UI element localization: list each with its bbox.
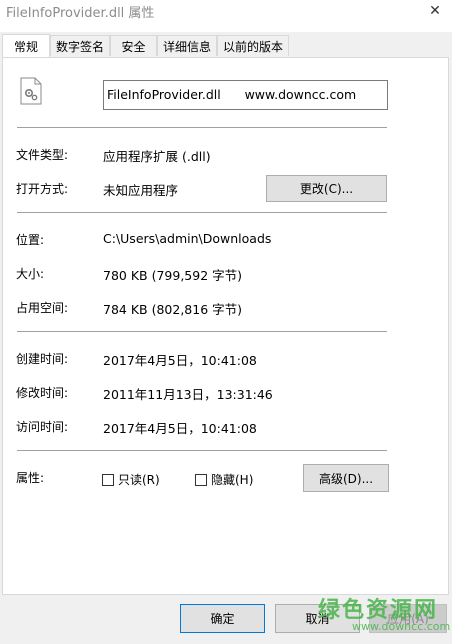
tab-security[interactable]: 安全 bbox=[110, 35, 157, 56]
close-button[interactable]: ✕ bbox=[418, 0, 452, 22]
readonly-label: 只读(R) bbox=[118, 473, 160, 487]
hidden-checkbox-box[interactable] bbox=[195, 473, 207, 486]
modified-value: 2011年11月13日，13:31:46 bbox=[103, 387, 273, 402]
dll-file-icon bbox=[20, 77, 42, 105]
size-label: 大小: bbox=[16, 267, 45, 281]
attributes-label: 属性: bbox=[16, 471, 45, 485]
size-on-disk-label: 占用空间: bbox=[16, 301, 69, 315]
tab-strip: 常规 数字签名 安全 详细信息 以前的版本 bbox=[0, 34, 452, 57]
tab-general[interactable]: 常规 bbox=[2, 34, 50, 57]
readonly-checkbox-box[interactable] bbox=[102, 473, 114, 486]
title-bar: FileInfoProvider.dll 属性 ✕ bbox=[0, 0, 452, 32]
file-type-value: 应用程序扩展 (.dll) bbox=[103, 149, 211, 164]
accessed-value: 2017年4月5日，10:41:08 bbox=[103, 421, 257, 436]
ok-button[interactable]: 确定 bbox=[180, 604, 265, 633]
size-value: 780 KB (799,592 字节) bbox=[103, 268, 242, 283]
modified-label: 修改时间: bbox=[16, 386, 69, 400]
location-label: 位置: bbox=[16, 233, 45, 247]
size-on-disk-value: 784 KB (802,816 字节) bbox=[103, 302, 242, 317]
window-title: FileInfoProvider.dll 属性 bbox=[6, 6, 155, 21]
tab-details[interactable]: 详细信息 bbox=[157, 35, 217, 56]
opens-with-label: 打开方式: bbox=[16, 182, 69, 196]
filename-field[interactable]: FileInfoProvider.dll www.downcc.com bbox=[103, 80, 388, 110]
created-value: 2017年4月5日，10:41:08 bbox=[103, 353, 257, 368]
general-tab-panel bbox=[2, 57, 449, 595]
location-value: C:\Users\admin\Downloads bbox=[103, 231, 272, 246]
created-label: 创建时间: bbox=[16, 352, 69, 366]
tab-digital-signatures[interactable]: 数字签名 bbox=[50, 35, 110, 56]
separator bbox=[17, 331, 387, 332]
separator bbox=[17, 127, 387, 128]
watermark-url: www.downcc.com bbox=[352, 620, 451, 633]
advanced-button[interactable]: 高级(D)... bbox=[303, 464, 389, 492]
hidden-checkbox[interactable]: 隐藏(H) bbox=[195, 471, 253, 488]
hidden-label: 隐藏(H) bbox=[211, 473, 254, 487]
file-type-label: 文件类型: bbox=[16, 148, 69, 162]
separator bbox=[17, 450, 387, 451]
opens-with-value: 未知应用程序 bbox=[103, 183, 179, 198]
readonly-checkbox[interactable]: 只读(R) bbox=[102, 471, 160, 488]
change-button[interactable]: 更改(C)... bbox=[266, 175, 387, 202]
tab-previous-versions[interactable]: 以前的版本 bbox=[217, 35, 289, 56]
separator bbox=[17, 212, 387, 213]
accessed-label: 访问时间: bbox=[16, 420, 69, 434]
close-icon: ✕ bbox=[429, 3, 441, 19]
